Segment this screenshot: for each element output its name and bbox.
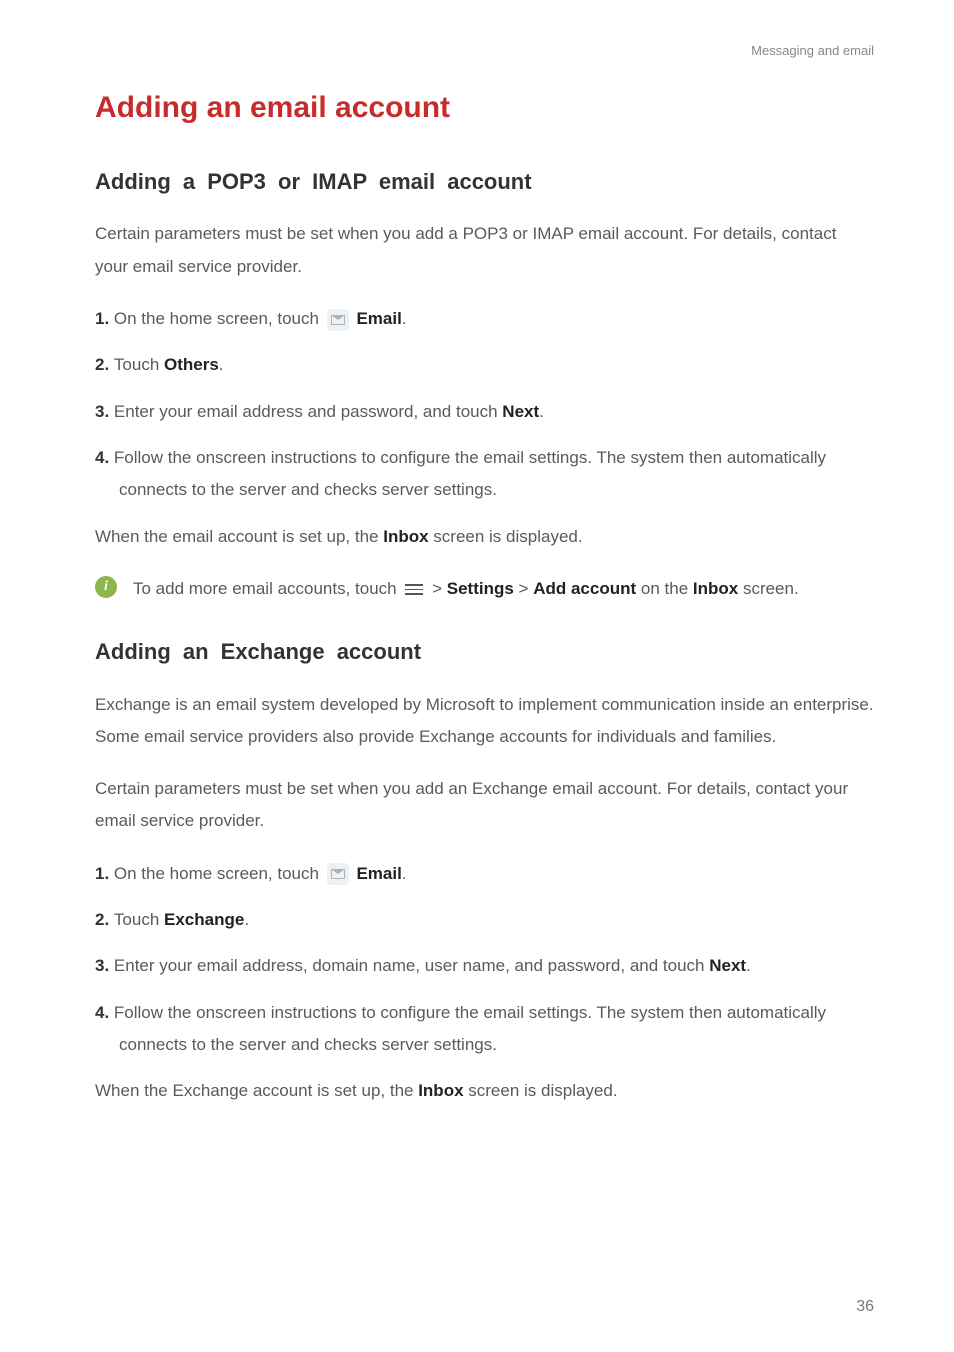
step-3-ex: 3. Enter your email address, domain name… [95,950,874,982]
step-1-ex: 1. On the home screen, touch Email. [95,858,874,890]
post-steps-text: When the email account is set up, the In… [95,521,874,553]
post-steps-text-ex: When the Exchange account is set up, the… [95,1075,874,1107]
section-intro: Certain parameters must be set when you … [95,218,874,283]
exchange-intro-1: Exchange is an email system developed by… [95,689,874,754]
page-title: Adding an email account [95,82,874,133]
step-2: 2. Touch Others. [95,349,874,381]
email-icon [327,863,349,885]
section-heading-exchange: Adding an Exchange account [95,633,874,670]
step-3: 3. Enter your email address and password… [95,396,874,428]
step-4: 4. Follow the onscreen instructions to c… [95,442,874,507]
info-icon: i [95,576,117,598]
step-2-ex: 2. Touch Exchange. [95,904,874,936]
menu-icon [405,581,423,598]
step-4-ex: 4. Follow the onscreen instructions to c… [95,997,874,1062]
breadcrumb: Messaging and email [95,40,874,62]
step-1: 1. On the home screen, touch Email. [95,303,874,335]
info-tip: i To add more email accounts, touch > Se… [95,573,874,605]
page-number: 36 [856,1293,874,1320]
email-icon [327,309,349,331]
section-heading-pop3: Adding a POP3 or IMAP email account [95,163,874,200]
exchange-intro-2: Certain parameters must be set when you … [95,773,874,838]
